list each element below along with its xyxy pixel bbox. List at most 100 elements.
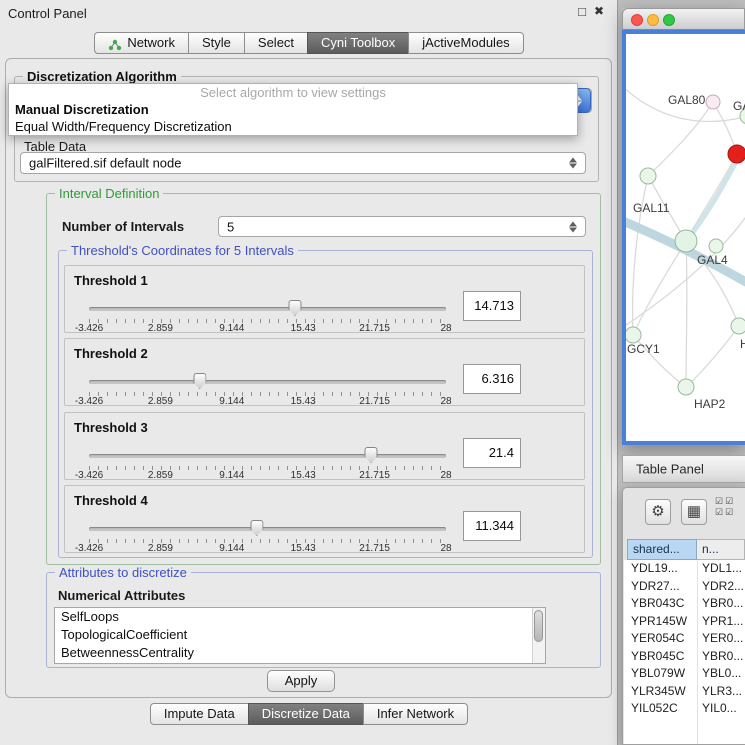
slider-track[interactable] [89, 527, 446, 531]
tab-infer-network[interactable]: Infer Network [363, 703, 468, 725]
tick-label: 15.43 [291, 323, 316, 334]
list-item[interactable]: TopologicalCoefficient [55, 626, 545, 644]
zoom-traffic-light[interactable] [663, 14, 675, 26]
slider-thumb[interactable] [289, 300, 302, 316]
threshold-4-value-field[interactable]: 11.344 [463, 511, 521, 541]
node-label-gal80: GAL80 [668, 93, 706, 107]
tab-discretize-data[interactable]: Discretize Data [248, 703, 364, 725]
columns-icon[interactable]: ▦ [681, 499, 707, 525]
slider-track[interactable] [89, 307, 446, 311]
window-title: Control Panel [8, 6, 87, 21]
close-traffic-light[interactable] [631, 14, 643, 26]
threshold-1-panel: Threshold 1 -3.4262.8599.14415.4321.7152… [64, 265, 585, 333]
threshold-2-slider[interactable] [89, 372, 446, 390]
slider-scale: -3.4262.8599.14415.4321.71528 [89, 470, 446, 481]
column-header-name[interactable]: n... [697, 539, 745, 560]
threshold-4-slider[interactable] [89, 519, 446, 537]
cell: YBR045C [631, 648, 684, 666]
cell: YDR27... [631, 578, 680, 596]
tab-select[interactable]: Select [244, 32, 308, 54]
tick-label: 28 [440, 396, 451, 407]
table-row[interactable]: YBR045CYBR0... [624, 648, 745, 666]
scrollbar-thumb[interactable] [534, 610, 543, 642]
dropdown-option-manual-discretization[interactable]: Manual Discretization [9, 101, 577, 118]
cell: YPR145W [631, 613, 687, 631]
bottom-tab-bar: Impute Data Discretize Data Infer Networ… [0, 703, 618, 725]
top-tab-bar: Network Style Select Cyni Toolbox jActiv… [0, 32, 618, 54]
cell: YLR3... [702, 683, 742, 701]
cell: YBR0... [702, 595, 743, 613]
threshold-1-value-field[interactable]: 14.713 [463, 291, 521, 321]
table-row[interactable]: YBL079WYBL0... [624, 665, 745, 683]
tick-label: 9.144 [219, 543, 244, 554]
tab-jactivemodules[interactable]: jActiveModules [408, 32, 523, 54]
list-item[interactable]: SelfLoops [55, 608, 545, 626]
slider-track[interactable] [89, 454, 446, 458]
tick-label: 15.43 [291, 470, 316, 481]
tab-impute-data[interactable]: Impute Data [150, 703, 249, 725]
close-window-icon[interactable]: ✖ [594, 4, 604, 18]
table-row[interactable]: YLR345WYLR3... [624, 683, 745, 701]
cell: YBR043C [631, 595, 684, 613]
apply-button[interactable]: Apply [267, 670, 335, 692]
tick-label: -3.426 [75, 470, 103, 481]
minimize-traffic-light[interactable] [647, 14, 659, 26]
threshold-label: Threshold 1 [74, 273, 148, 288]
tab-style[interactable]: Style [188, 32, 245, 54]
checkbox-icon[interactable]: ☑☑ [715, 507, 735, 518]
node-label-gcy1: GCY1 [627, 342, 660, 356]
slider-thumb[interactable] [365, 447, 378, 463]
threshold-3-value-field[interactable]: 21.4 [463, 438, 521, 468]
tick-label: 21.715 [359, 470, 390, 481]
table-row[interactable]: YIL052CYIL0... [624, 700, 745, 718]
number-of-intervals-label: Number of Intervals [62, 219, 184, 234]
tab-network[interactable]: Network [94, 32, 189, 54]
group-title: Attributes to discretize [55, 565, 191, 580]
list-scrollbar[interactable] [532, 608, 545, 663]
tab-label: Discretize Data [262, 704, 350, 724]
tick-label: 28 [440, 470, 451, 481]
table-row[interactable]: YPR145WYPR1... [624, 613, 745, 631]
float-window-icon[interactable]: □ [578, 4, 586, 19]
list-item[interactable]: BetweennessCentrality [55, 644, 545, 662]
cell: YBL0... [702, 665, 741, 683]
threshold-2-panel: Threshold 2 -3.4262.8599.14415.4321.7152… [64, 338, 585, 406]
cell: YDR2... [702, 578, 744, 596]
group-title: Threshold's Coordinates for 5 Intervals [67, 243, 298, 258]
column-visibility-checkboxes[interactable]: ☑☑ ☑☑ [715, 496, 735, 518]
table-row[interactable]: YBR043C YBR0... [624, 595, 745, 613]
table-row[interactable]: YDL19...YDL1... [624, 560, 745, 578]
table-row[interactable]: YER054CYER0... [624, 630, 745, 648]
threshold-label: Threshold 2 [74, 346, 148, 361]
stepper-arrows-icon[interactable] [569, 157, 578, 170]
tick-label: 9.144 [219, 470, 244, 481]
tab-label: Infer Network [377, 704, 454, 724]
number-of-intervals-combobox[interactable]: 5 [218, 216, 586, 237]
slider-thumb[interactable] [193, 373, 206, 389]
checkbox-icon[interactable]: ☑☑ [715, 496, 735, 507]
dropdown-placeholder: Select algorithm to view settings [9, 84, 577, 101]
cell: YIL0... [702, 700, 737, 718]
threshold-2-value-field[interactable]: 6.316 [463, 364, 521, 394]
slider-thumb[interactable] [250, 520, 263, 536]
column-header-shared-name[interactable]: shared... [627, 539, 697, 560]
stepper-arrows-icon[interactable] [569, 220, 578, 233]
threshold-1-slider[interactable] [89, 299, 446, 317]
network-window-titlebar[interactable] [622, 8, 745, 30]
tick-label: 28 [440, 543, 451, 554]
threshold-3-slider[interactable] [89, 446, 446, 464]
dropdown-option-equal-width-frequency[interactable]: Equal Width/Frequency Discretization [9, 118, 577, 135]
gear-icon[interactable]: ⚙ [645, 499, 671, 525]
control-panel-window: Control Panel □ ✖ Network Style Select C… [0, 0, 618, 745]
cell: YER054C [631, 630, 684, 648]
table-panel-title: Table Panel [636, 462, 704, 477]
tick-label: 2.859 [148, 396, 173, 407]
network-canvas[interactable]: GAL80 GA GAL11 GAL4 GCY1 HAP2 H [626, 34, 745, 441]
threshold-3-panel: Threshold 3 -3.4262.8599.14415.4321.7152… [64, 412, 585, 480]
table-data-combobox[interactable]: galFiltered.sif default node [20, 152, 586, 174]
tick-label: 21.715 [359, 396, 390, 407]
table-row[interactable]: YDR27... YDR2... [624, 578, 745, 596]
slider-track[interactable] [89, 380, 446, 384]
tab-cyni-toolbox[interactable]: Cyni Toolbox [307, 32, 409, 54]
table-body: YDL19...YDL1... YDR27...YDR2... YBR043CY… [624, 560, 745, 744]
